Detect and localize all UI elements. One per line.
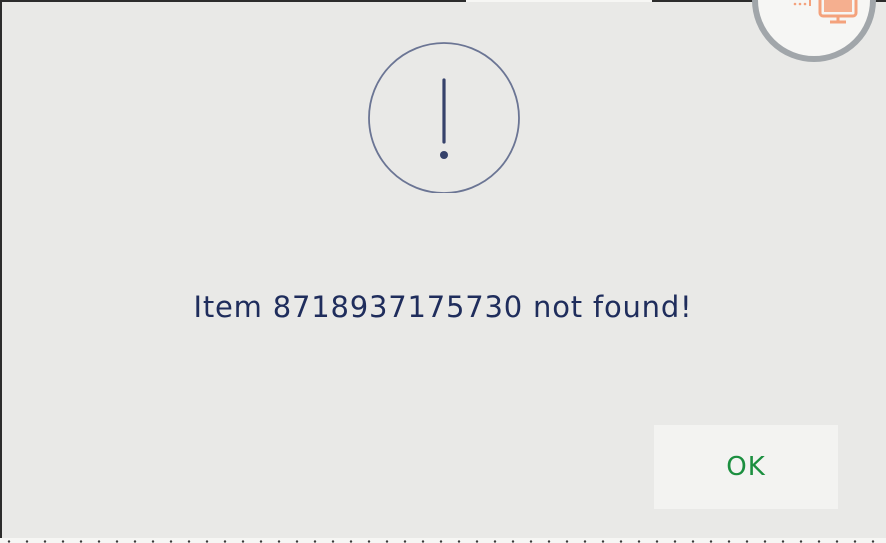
screen: Item 8718937175730 not found! OK: [0, 0, 886, 543]
exclamation-icon: [367, 39, 521, 194]
error-message: Item 8718937175730 not found!: [193, 290, 693, 324]
monitor-icon: [792, 0, 866, 26]
background-edge-bottom: [0, 538, 886, 543]
ok-button[interactable]: OK: [654, 425, 838, 509]
